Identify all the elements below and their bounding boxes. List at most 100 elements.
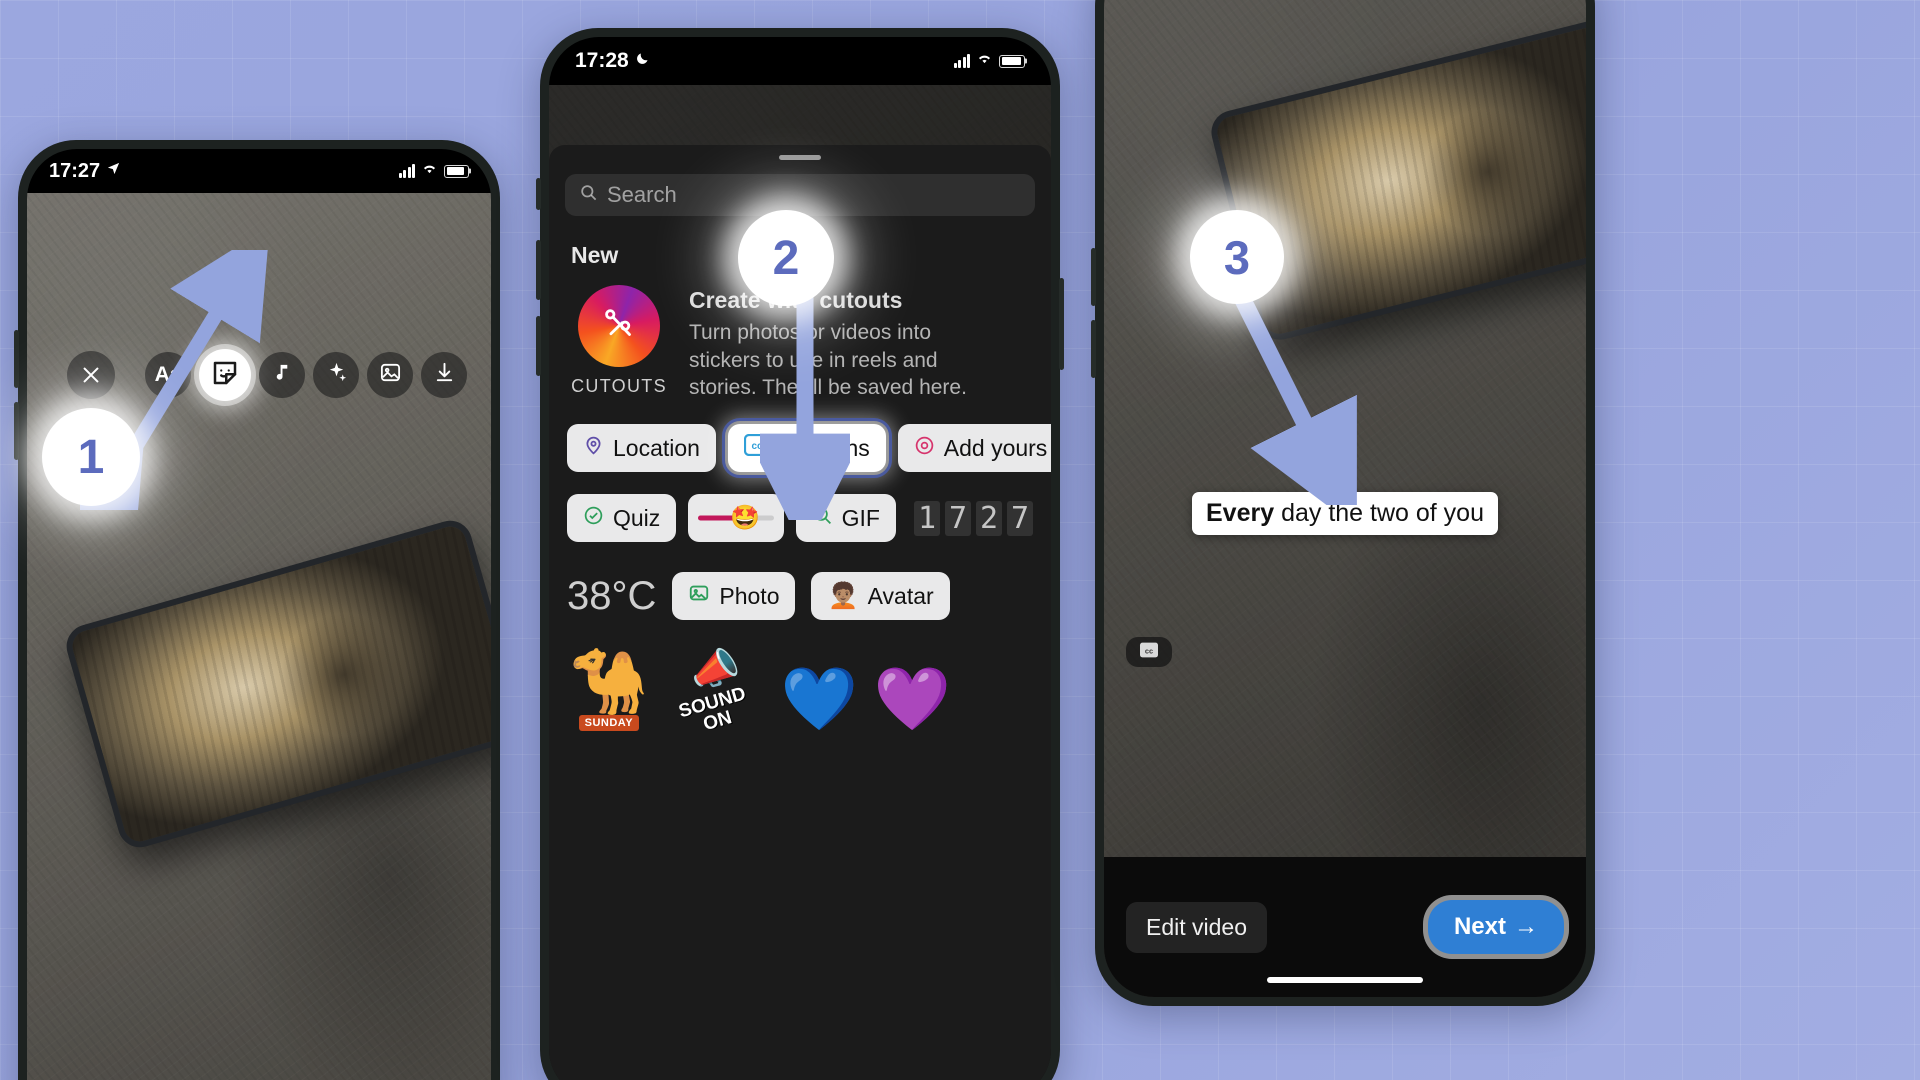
photo-sticker-pill[interactable]: Photo	[672, 572, 796, 621]
caption-cc-badge[interactable]: cc	[1126, 637, 1172, 667]
music-note-icon	[271, 361, 294, 389]
gif-sticker-pill[interactable]: GIF	[795, 494, 896, 543]
search-icon	[579, 182, 598, 208]
phone-1-volume-down-button	[14, 402, 19, 460]
step-badge-3-number: 3	[1223, 230, 1251, 284]
add-yours-sticker-label: Add yours	[943, 434, 1048, 461]
edit-video-button[interactable]: Edit video	[1126, 901, 1268, 953]
step-badge-3: 3	[1190, 210, 1284, 304]
quiz-sticker-pill[interactable]: Quiz	[567, 494, 677, 543]
cellular-bars-icon	[953, 54, 970, 68]
gif-sticker-label: GIF	[841, 504, 880, 531]
cellular-bars-icon	[398, 164, 415, 178]
scissors-icon	[598, 303, 640, 350]
emoji-slider-sticker-pill[interactable]: 🤩	[688, 494, 784, 543]
time-digit: 7	[945, 500, 971, 536]
phone-1-toolbar: Aa	[67, 349, 467, 401]
check-circle-icon	[583, 505, 604, 532]
download-button[interactable]	[421, 352, 467, 398]
time-digit: 7	[1007, 500, 1033, 536]
battery-icon	[999, 54, 1025, 68]
photo-icon	[379, 361, 402, 389]
avatar-sticker-pill[interactable]: 🧑🏽‍🦱 Avatar	[811, 572, 950, 621]
wifi-icon	[421, 162, 438, 180]
phone-2-volume-down-button	[536, 316, 541, 376]
add-yours-camera-icon	[914, 435, 935, 462]
emoji-slider-icon: 🤩	[730, 504, 761, 532]
sticker-tool-button[interactable]	[199, 349, 251, 401]
phone-2-volume-up-button	[536, 240, 541, 300]
cutouts-heading: Create with cutouts	[689, 287, 903, 313]
phone-1-status-time: 17:27	[49, 159, 101, 182]
caption-rest: day the two of you	[1274, 499, 1484, 527]
phone-1-notch	[173, 149, 345, 179]
teal-heart-sticker[interactable]: 💙	[781, 669, 858, 731]
quiz-sticker-label: Quiz	[613, 504, 661, 531]
cutouts-label: CUTOUTS	[571, 376, 667, 396]
phone-2-frame: 17:28 Search New CUTOUTS Create cutouts …	[536, 28, 1064, 1080]
search-input[interactable]: Search	[565, 174, 1035, 216]
next-button-label: Next	[1453, 913, 1506, 940]
effects-tool-button[interactable]	[313, 352, 359, 398]
captions-sticker-label: Captions	[778, 434, 870, 461]
phone-1-frame: 17:27 HDR	[14, 140, 500, 1080]
sticker-pill-row-2: Quiz 🤩 GIF 1 7 2 7	[567, 494, 1033, 543]
phone-3-volume-up-button	[1091, 248, 1096, 306]
caption-sticker[interactable]: Every day the two of you	[1192, 492, 1498, 535]
closed-caption-icon: cc	[1138, 641, 1160, 664]
captions-sticker-pill[interactable]: cc Captions	[721, 418, 892, 479]
cutouts-gradient-circle	[578, 285, 660, 367]
phone-3-bottom-bar: Edit video Next →	[1104, 857, 1586, 997]
location-sticker-pill[interactable]: Location	[567, 424, 716, 473]
location-arrow-icon	[106, 161, 121, 181]
media-tool-button[interactable]	[367, 352, 413, 398]
search-placeholder: Search	[607, 182, 677, 207]
next-button[interactable]: Next →	[1427, 900, 1564, 954]
sheet-grabber[interactable]	[779, 155, 821, 160]
phone-1-volume-button	[14, 330, 19, 388]
download-icon	[433, 361, 456, 389]
camel-glyph: 🐪	[569, 645, 649, 718]
temperature-sticker[interactable]: 38°C	[567, 574, 656, 619]
cutouts-tile[interactable]: CUTOUTS	[571, 285, 667, 397]
text-tool-button[interactable]: Aa	[145, 352, 191, 398]
phone-2-power-button	[1059, 278, 1064, 370]
step-badge-1: 1	[42, 408, 140, 506]
phone-3-home-indicator	[1267, 977, 1423, 983]
time-sticker[interactable]: 1 7 2 7	[914, 500, 1033, 536]
phone-3-screen: Every day the two of you cc Edit video N…	[1104, 0, 1586, 997]
camel-sticker-tag: SUNDAY	[578, 715, 640, 732]
phone-2-silent-switch	[536, 178, 541, 210]
step-badge-1-number: 1	[77, 430, 105, 484]
wifi-icon	[976, 52, 993, 70]
sticker-smiley-icon	[210, 358, 240, 393]
phone-3-volume-down-button	[1091, 320, 1096, 378]
add-yours-sticker-pill[interactable]: Add yours	[897, 424, 1051, 473]
svg-text:cc: cc	[751, 441, 763, 452]
avatar-sticker-label: Avatar	[867, 582, 934, 609]
sticker-grid-row: 🐪 SUNDAY 📣 SOUND ON 💙 💜	[569, 643, 1031, 735]
sound-on-sticker[interactable]: 📣 SOUND ON	[665, 643, 765, 735]
time-digit: 1	[914, 500, 940, 536]
avatar-icon: 🧑🏽‍🦱	[827, 581, 859, 610]
crescent-moon-icon	[635, 51, 650, 71]
text-aa-icon: Aa	[154, 363, 182, 386]
battery-icon	[444, 164, 469, 178]
music-tool-button[interactable]	[259, 352, 305, 398]
caption-bold-word: Every	[1206, 499, 1275, 527]
phone-2-screen: 17:28 Search New CUTOUTS Create cutouts …	[549, 37, 1051, 1080]
photo-green-icon	[688, 582, 710, 610]
arrow-right-icon: →	[1514, 913, 1538, 940]
sparkles-icon	[325, 361, 348, 389]
phone-2-status-time: 17:28	[575, 49, 629, 72]
photo-sticker-label: Photo	[719, 582, 780, 609]
close-button[interactable]	[67, 351, 115, 399]
cutouts-copy: Create with cutouts Turn photos or video…	[689, 285, 989, 402]
gif-search-icon	[812, 505, 833, 532]
time-digit: 2	[976, 500, 1002, 536]
cutouts-body: Turn photos or videos into stickers to u…	[689, 321, 967, 400]
closed-caption-icon: cc	[743, 434, 771, 462]
camel-sticker[interactable]: 🐪 SUNDAY	[569, 645, 649, 732]
purple-heart-sticker[interactable]: 💜	[874, 669, 951, 731]
sticker-pill-row-3: 38°C Photo 🧑🏽‍🦱 Avatar	[567, 572, 1033, 621]
